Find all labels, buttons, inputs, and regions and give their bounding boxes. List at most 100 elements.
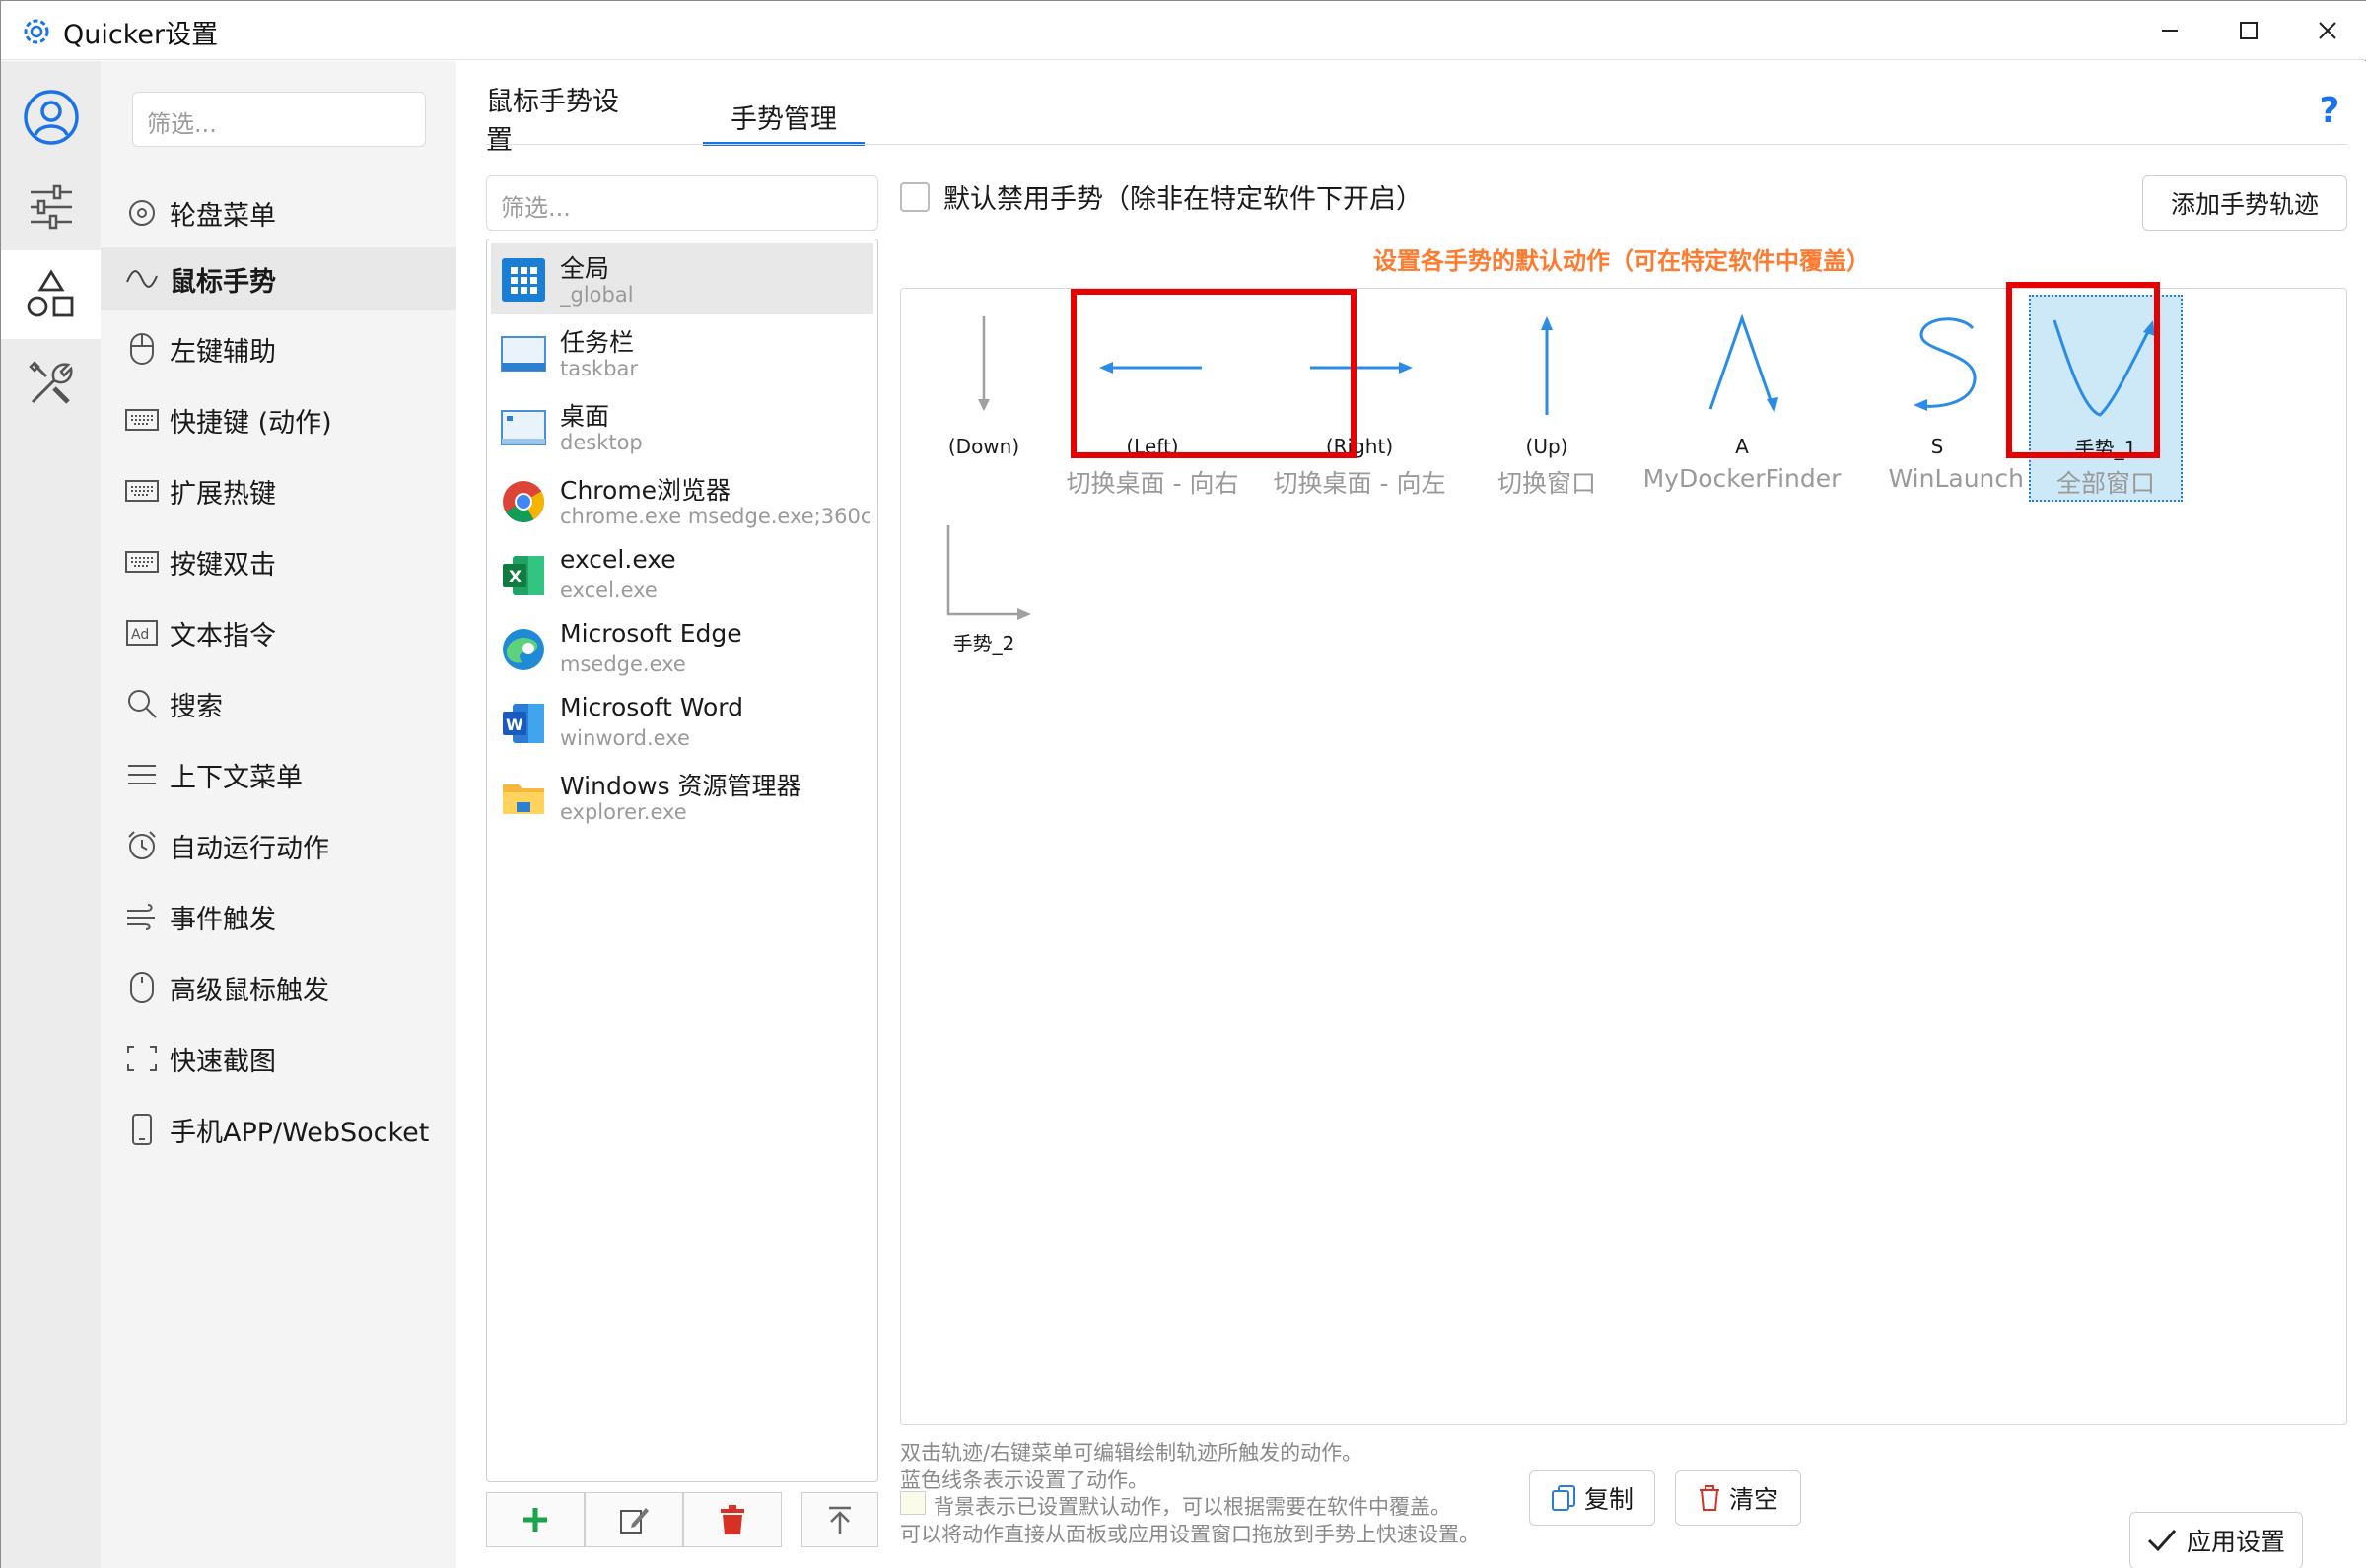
app-process: _global xyxy=(560,283,634,307)
nav-left-click-assist[interactable]: 左键辅助 xyxy=(101,317,456,380)
app-item-explorer[interactable]: Windows 资源管理器 explorer.exe xyxy=(491,761,873,832)
gesture-action: 切换桌面 - 向右 xyxy=(1066,469,1239,498)
apply-settings-button[interactable]: 应用设置 xyxy=(2129,1512,2303,1568)
clear-label: 清空 xyxy=(1728,1485,1778,1514)
nav-radial-menu[interactable]: 轮盘菜单 xyxy=(101,181,456,244)
trash-outline-icon xyxy=(1699,1485,1719,1511)
app-item-chrome[interactable]: Chrome浏览器 chrome.exe msedge.exe;360chrom… xyxy=(491,465,873,536)
app-item-desktop[interactable]: 桌面 desktop xyxy=(491,391,873,462)
app-filter-input[interactable]: 筛选... xyxy=(486,175,878,231)
taskbar-icon xyxy=(501,336,546,372)
nav-label: 高级鼠标触发 xyxy=(170,975,329,1006)
app-process: msedge.exe xyxy=(560,652,686,676)
check-icon xyxy=(2147,1529,2177,1552)
l-stroke-icon xyxy=(946,525,1031,620)
note-line: 蓝色线条表示设置了动作。 xyxy=(900,1468,1148,1492)
maximize-button[interactable] xyxy=(2209,1,2288,60)
nav-event-trigger[interactable]: 事件触发 xyxy=(101,885,456,948)
nav-double-key[interactable]: 按键双击 xyxy=(101,530,456,593)
nav-mouse-gesture[interactable]: 鼠标手势 xyxy=(101,247,456,310)
app-item-taskbar[interactable]: 任务栏 taskbar xyxy=(491,317,873,388)
trash-icon xyxy=(721,1505,744,1534)
nav-label: 快速截图 xyxy=(170,1046,276,1077)
close-button[interactable] xyxy=(2288,1,2366,60)
copy-icon xyxy=(1551,1485,1575,1511)
app-process: explorer.exe xyxy=(560,800,687,824)
maximize-icon xyxy=(2240,22,2258,39)
app-name: Microsoft Word xyxy=(560,693,743,721)
app-name: Chrome浏览器 xyxy=(560,476,731,505)
category-rail xyxy=(1,61,101,1568)
background-legend-swatch xyxy=(900,1491,926,1515)
nav-extended-hotkey[interactable]: 扩展热键 xyxy=(101,459,456,522)
title-bar: Quicker设置 xyxy=(1,1,2366,60)
edge-icon xyxy=(503,629,544,670)
app-list-toolbar xyxy=(486,1492,878,1547)
arrow-top-icon xyxy=(829,1506,851,1534)
app-item-excel[interactable]: X excel.exe excel.exe xyxy=(491,539,873,610)
excel-icon: X xyxy=(503,556,544,595)
add-track-button[interactable]: 添加手势轨迹 xyxy=(2142,175,2347,231)
sidebar-filter-input[interactable]: 筛选... xyxy=(132,92,426,147)
app-process: chrome.exe msedge.exe;360chrome.exe xyxy=(560,505,870,528)
main-panel: 鼠标手势设置 手势管理 ? 筛选... 全局 _global 任务栏 taskb… xyxy=(456,61,2366,1568)
down-stroke-icon xyxy=(978,316,990,411)
rail-user[interactable] xyxy=(1,78,101,157)
gesture-name: 手势_2 xyxy=(952,632,1015,655)
app-name: 全局 xyxy=(560,254,610,283)
tab-gesture-settings[interactable]: 鼠标手势设置 xyxy=(486,87,632,156)
shapes-icon xyxy=(27,269,73,317)
nav-screenshot[interactable]: 快速截图 xyxy=(101,1027,456,1090)
word-icon: W xyxy=(503,704,544,743)
add-app-button[interactable] xyxy=(486,1492,585,1547)
app-item-global[interactable]: 全局 _global xyxy=(491,243,873,314)
mouse-icon xyxy=(124,970,160,1005)
phone-icon xyxy=(124,1112,160,1147)
default-action-hint: 设置各手势的默认动作（可在特定软件中覆盖） xyxy=(1373,247,1870,275)
nav-mobile-app[interactable]: 手机APP/WebSocket xyxy=(101,1098,456,1161)
nav-context-menu[interactable]: 上下文菜单 xyxy=(101,743,456,806)
nav-auto-run[interactable]: 自动运行动作 xyxy=(101,814,456,877)
folder-icon xyxy=(503,784,544,814)
help-icon[interactable]: ? xyxy=(2310,91,2349,131)
nav-label: 轮盘菜单 xyxy=(170,200,276,232)
alarm-icon xyxy=(124,828,160,863)
rail-sliders[interactable] xyxy=(1,168,101,246)
gesture-canvas: (Down) (Left) 切换桌面 - 向右 (Right) 切换桌面 - 向… xyxy=(900,288,2347,1425)
app-item-word[interactable]: W Microsoft Word winword.exe xyxy=(491,687,873,758)
app-name: 桌面 xyxy=(560,402,610,431)
rail-tools[interactable] xyxy=(1,344,101,423)
plus-icon xyxy=(523,1508,547,1532)
nav-search[interactable]: 搜索 xyxy=(101,672,456,735)
edit-app-button[interactable] xyxy=(585,1492,683,1547)
chrome-icon xyxy=(503,481,545,523)
app-item-edge[interactable]: Microsoft Edge msedge.exe xyxy=(491,613,873,684)
keyboard-icon xyxy=(124,544,160,579)
nav-label: 左键辅助 xyxy=(170,336,276,368)
nav-shortcut-action[interactable]: 快捷键 (动作) xyxy=(101,388,456,451)
app-name: 任务栏 xyxy=(560,328,635,357)
app-name: Windows 资源管理器 xyxy=(560,772,801,800)
nav-text-command[interactable]: Ad 文本指令 xyxy=(101,601,456,664)
move-top-button[interactable] xyxy=(801,1492,878,1547)
minimize-button[interactable] xyxy=(2130,1,2209,60)
gesture-custom-2[interactable]: 手势_2 xyxy=(901,515,1098,722)
tab-gesture-management[interactable]: 手势管理 xyxy=(703,91,865,146)
clear-button[interactable]: 清空 xyxy=(1675,1470,1801,1526)
desktop-icon xyxy=(501,410,546,445)
app-name: excel.exe xyxy=(560,545,676,574)
nav-advanced-mouse[interactable]: 高级鼠标触发 xyxy=(101,956,456,1019)
gesture-action: 全部窗口 xyxy=(2055,469,2155,498)
note-line: 背景表示已设置默认动作，可以根据需要在软件中覆盖。 xyxy=(934,1495,1451,1519)
app-process: winword.exe xyxy=(560,726,690,750)
wind-icon xyxy=(124,899,160,934)
disable-gesture-checkbox[interactable] xyxy=(900,182,930,212)
svg-text:Ad: Ad xyxy=(131,627,149,643)
rail-shapes[interactable] xyxy=(1,250,101,339)
copy-button[interactable]: 复制 xyxy=(1529,1470,1655,1526)
delete-app-button[interactable] xyxy=(683,1492,782,1547)
svg-text:X: X xyxy=(509,568,522,587)
nav-label: 搜索 xyxy=(170,691,223,722)
grid-icon xyxy=(502,258,545,302)
keyboard-icon xyxy=(124,473,160,509)
